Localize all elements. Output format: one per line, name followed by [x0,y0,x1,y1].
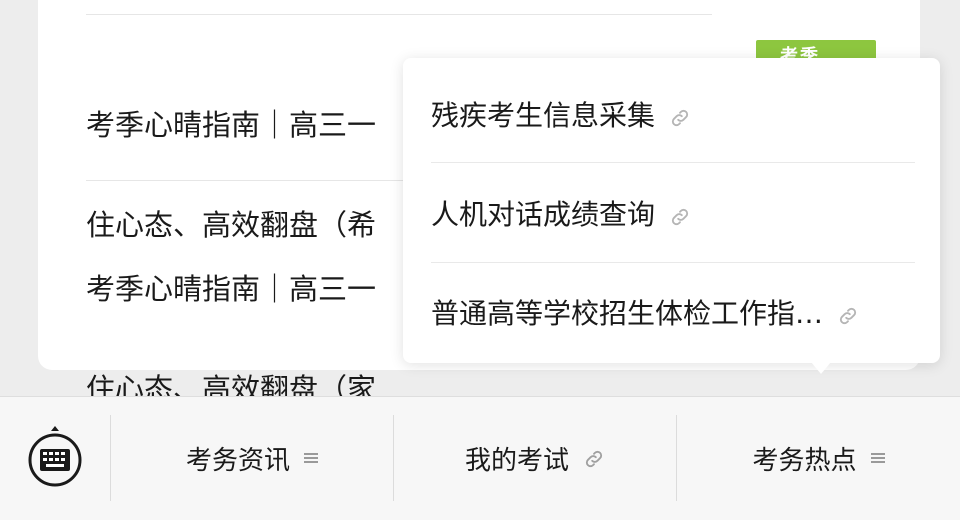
list-divider [86,14,712,15]
menu-icon [870,451,885,465]
keyboard-icon [26,423,84,491]
tab-label: 考务资讯 [185,445,290,476]
menu-icon [304,451,318,465]
tab-exam-hotspots[interactable]: 考务热点 [677,415,960,501]
menu-item-disabled-info[interactable]: 残疾考生信息采集 [431,64,915,164]
tab-label: 考务热点 [752,445,857,476]
menu-item-label: 普通高等学校招生体检工作指… [431,297,824,330]
keyboard-toggle-button[interactable] [26,425,84,489]
link-icon [669,103,691,127]
menu-item-label: 人机对话成绩查询 [431,198,656,231]
link-icon [837,301,859,325]
link-icon [669,202,691,226]
popup-pointer [811,362,831,374]
tab-label: 我的考试 [464,445,569,476]
link-icon [583,447,605,469]
tab-my-exam[interactable]: 我的考试 [394,415,676,501]
menu-item-label: 残疾考生信息采集 [431,99,656,132]
bottom-menu-bar: 考务资讯 我的考试 考务热点 [0,396,960,520]
menu-item-health-check[interactable]: 普通高等学校招生体检工作指… [431,262,915,362]
hotspot-submenu: 残疾考生信息采集 人机对话成绩查询 普通高等学校招生体检工作指… [403,58,940,363]
menu-item-dialog-score[interactable]: 人机对话成绩查询 [431,163,915,263]
tab-exam-news[interactable]: 考务资讯 [111,415,393,501]
